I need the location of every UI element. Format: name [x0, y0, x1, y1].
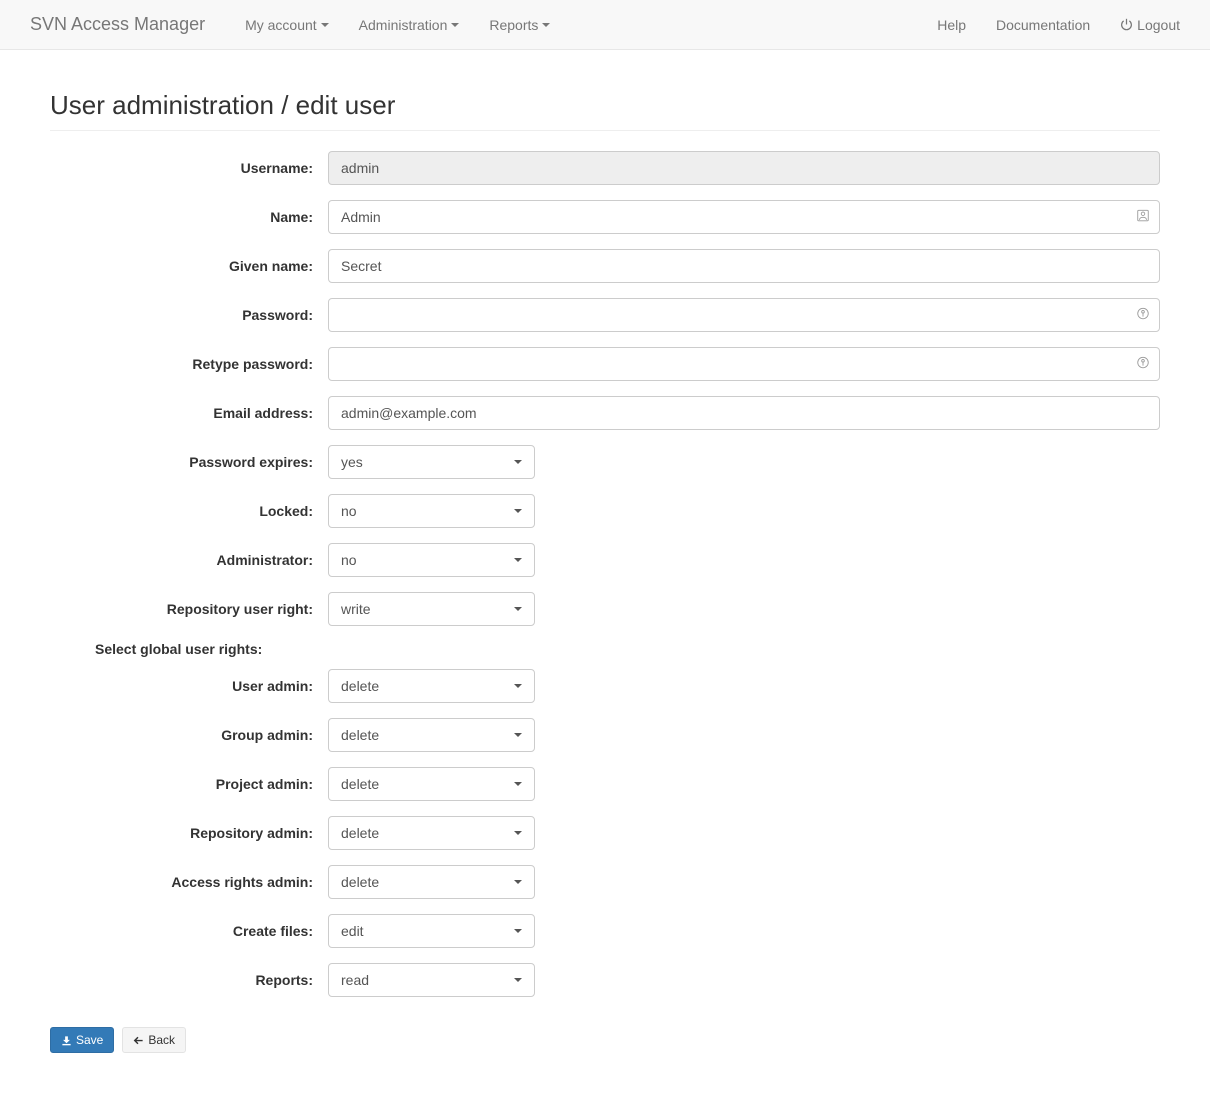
select-locked[interactable]: no [328, 494, 535, 528]
contact-icon [1136, 209, 1150, 226]
navbar: SVN Access Manager My account Administra… [0, 0, 1210, 50]
caret-icon [514, 607, 522, 611]
nav-logout[interactable]: Logout [1105, 2, 1195, 48]
select-access-rights-admin-value: delete [341, 874, 379, 890]
power-icon [1120, 18, 1133, 31]
key-icon [1136, 307, 1150, 324]
save-icon [61, 1035, 72, 1046]
input-username [328, 151, 1160, 185]
label-reports-right: Reports: [50, 972, 328, 988]
select-password-expires[interactable]: yes [328, 445, 535, 479]
caret-icon [514, 978, 522, 982]
select-reports[interactable]: read [328, 963, 535, 997]
back-button[interactable]: Back [122, 1027, 186, 1053]
label-password-expires: Password expires: [50, 454, 328, 470]
label-create-files: Create files: [50, 923, 328, 939]
label-repo-user-right: Repository user right: [50, 601, 328, 617]
label-locked: Locked: [50, 503, 328, 519]
caret-icon [514, 460, 522, 464]
caret-icon [514, 929, 522, 933]
label-name: Name: [50, 209, 328, 225]
label-password: Password: [50, 307, 328, 323]
key-icon [1136, 356, 1150, 373]
caret-icon [514, 782, 522, 786]
page-header: User administration / edit user [50, 50, 1160, 131]
nav-documentation[interactable]: Documentation [981, 2, 1105, 48]
caret-icon [514, 831, 522, 835]
label-email: Email address: [50, 405, 328, 421]
nav-my-account[interactable]: My account [230, 2, 344, 48]
caret-icon [451, 23, 459, 27]
caret-icon [321, 23, 329, 27]
select-repository-admin-value: delete [341, 825, 379, 841]
caret-icon [514, 733, 522, 737]
input-given-name[interactable] [328, 249, 1160, 283]
select-create-files-value: edit [341, 923, 364, 939]
label-repository-admin: Repository admin: [50, 825, 328, 841]
nav-my-account-label: My account [245, 17, 317, 33]
label-username: Username: [50, 160, 328, 176]
select-locked-value: no [341, 503, 357, 519]
navbar-brand[interactable]: SVN Access Manager [15, 14, 220, 35]
select-administrator[interactable]: no [328, 543, 535, 577]
label-user-admin: User admin: [50, 678, 328, 694]
label-project-admin: Project admin: [50, 776, 328, 792]
input-retype-password[interactable] [328, 347, 1160, 381]
select-user-admin[interactable]: delete [328, 669, 535, 703]
nav-administration-label: Administration [359, 17, 448, 33]
nav-logout-label: Logout [1137, 17, 1180, 33]
select-repository-admin[interactable]: delete [328, 816, 535, 850]
caret-icon [542, 23, 550, 27]
arrow-left-icon [133, 1035, 144, 1046]
select-access-rights-admin[interactable]: delete [328, 865, 535, 899]
select-user-admin-value: delete [341, 678, 379, 694]
input-password[interactable] [328, 298, 1160, 332]
nav-administration[interactable]: Administration [344, 2, 475, 48]
save-button-label: Save [76, 1033, 103, 1047]
caret-icon [514, 880, 522, 884]
label-retype-password: Retype password: [50, 356, 328, 372]
nav-reports-label: Reports [489, 17, 538, 33]
nav-help[interactable]: Help [922, 2, 981, 48]
select-reports-value: read [341, 972, 369, 988]
select-create-files[interactable]: edit [328, 914, 535, 948]
select-project-admin-value: delete [341, 776, 379, 792]
select-repo-user-right-value: write [341, 601, 371, 617]
label-access-rights-admin: Access rights admin: [50, 874, 328, 890]
page-title: User administration / edit user [50, 90, 1160, 121]
nav-reports[interactable]: Reports [474, 2, 565, 48]
select-repo-user-right[interactable]: write [328, 592, 535, 626]
save-button[interactable]: Save [50, 1027, 114, 1053]
select-group-admin[interactable]: delete [328, 718, 535, 752]
caret-icon [514, 684, 522, 688]
caret-icon [514, 558, 522, 562]
select-administrator-value: no [341, 552, 357, 568]
label-given-name: Given name: [50, 258, 328, 274]
label-administrator: Administrator: [50, 552, 328, 568]
back-button-label: Back [148, 1033, 175, 1047]
label-group-admin: Group admin: [50, 727, 328, 743]
section-global-rights-label: Select global user rights: [50, 641, 1160, 657]
input-name[interactable] [328, 200, 1160, 234]
caret-icon [514, 509, 522, 513]
input-email[interactable] [328, 396, 1160, 430]
select-password-expires-value: yes [341, 454, 363, 470]
select-project-admin[interactable]: delete [328, 767, 535, 801]
select-group-admin-value: delete [341, 727, 379, 743]
